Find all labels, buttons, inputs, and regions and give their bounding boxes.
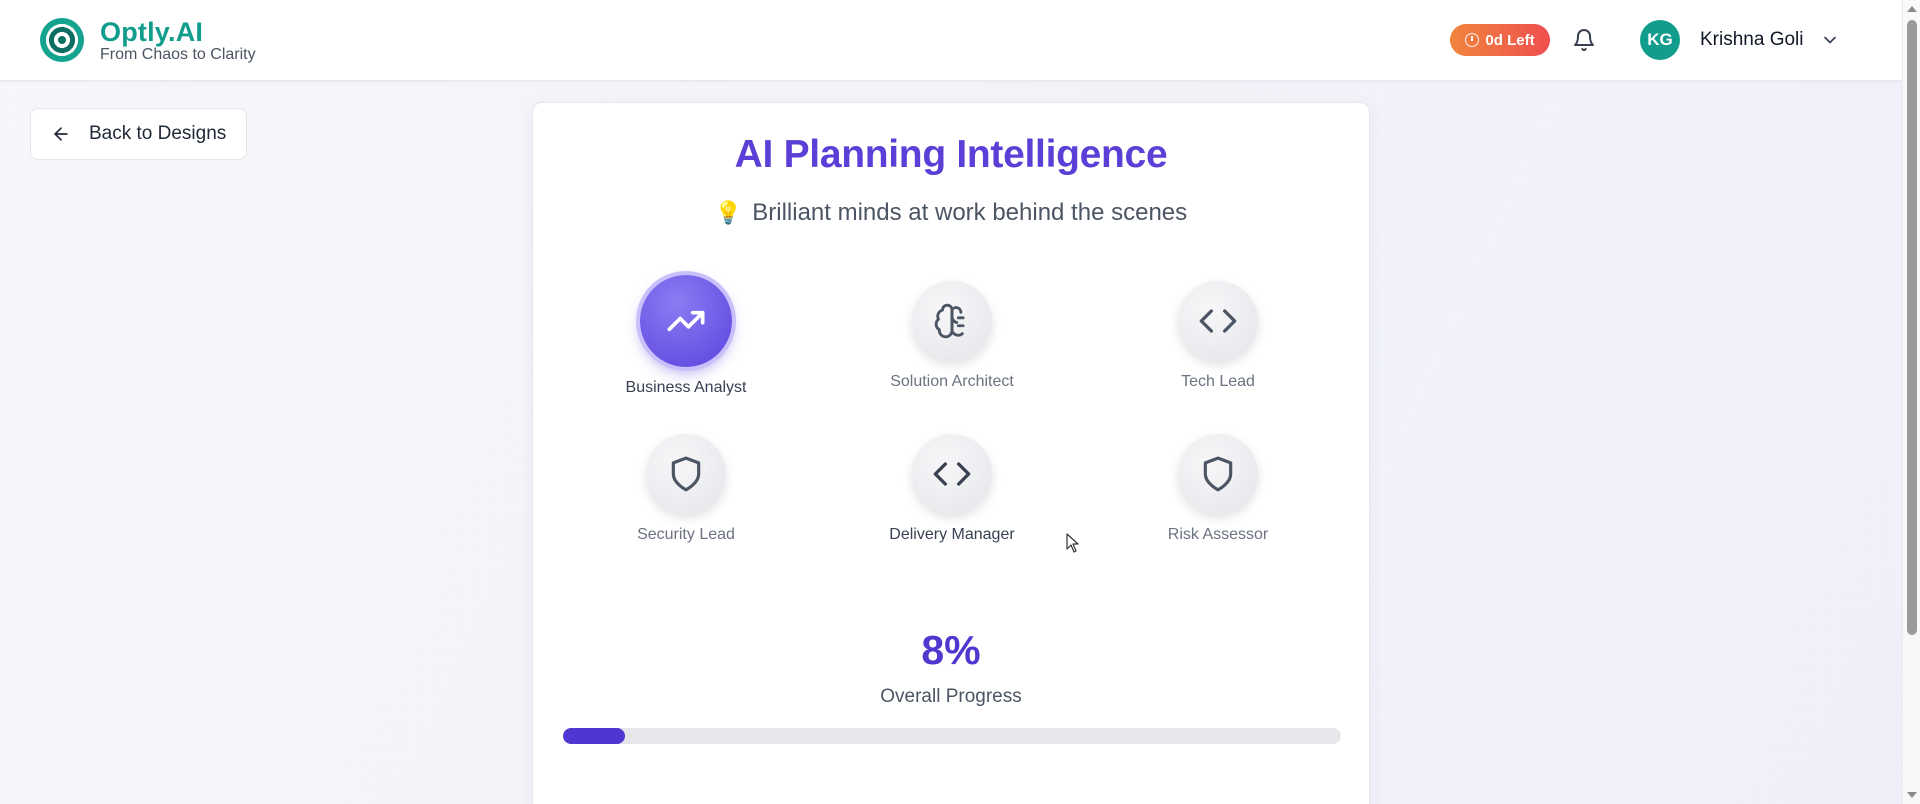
arrow-left-icon: [54, 127, 68, 141]
mouse-cursor-icon: [1066, 533, 1079, 553]
shield-icon: [1203, 456, 1233, 492]
back-button-label: Back to Designs: [89, 123, 227, 144]
progress-fill: [563, 728, 626, 744]
brand-name: Optly.AI: [100, 17, 204, 47]
page-subtitle: 💡 Brilliant minds at work behind the scen…: [714, 199, 1188, 226]
logo-icon: [40, 18, 84, 62]
top-header: Optly.AI From Chaos to Clarity 0d Left K…: [0, 0, 1902, 81]
agent-label: Delivery Manager: [889, 526, 1015, 543]
brand-tagline: From Chaos to Clarity: [100, 46, 256, 63]
scroll-down-arrow[interactable]: [1907, 792, 1917, 798]
agent-label: Solution Architect: [890, 373, 1014, 390]
code-icon: [933, 462, 971, 486]
user-name[interactable]: Krishna Goli: [1700, 29, 1804, 51]
back-to-designs-button[interactable]: Back to Designs: [30, 108, 247, 160]
progress-label: Overall Progress: [880, 686, 1022, 707]
planning-card: AI Planning Intelligence 💡 Brilliant mind…: [532, 102, 1370, 804]
agent-label: Security Lead: [637, 526, 735, 543]
agent-label: Business Analyst: [625, 379, 747, 396]
days-left-text: 0d Left: [1485, 31, 1535, 49]
agent-delivery-manager[interactable]: Delivery Manager: [872, 434, 1032, 544]
lightbulb-icon: 💡: [714, 200, 743, 225]
progress-bar: [563, 728, 1341, 744]
bell-icon[interactable]: [1572, 28, 1596, 52]
agent-tech-lead[interactable]: Tech Lead: [1138, 281, 1298, 391]
avatar[interactable]: KG: [1640, 20, 1680, 60]
page-scrollbar[interactable]: [1902, 0, 1920, 804]
scroll-thumb[interactable]: [1907, 20, 1917, 635]
progress-percent: 8%: [921, 627, 981, 673]
chevron-down-icon[interactable]: [1820, 30, 1840, 50]
agent-solution-architect[interactable]: Solution Architect: [872, 281, 1032, 391]
clock-icon: [1465, 33, 1480, 47]
agent-risk-assessor[interactable]: Risk Assessor: [1138, 434, 1298, 544]
scroll-up-arrow[interactable]: [1907, 6, 1917, 12]
days-left-badge[interactable]: 0d Left: [1450, 24, 1550, 56]
trending-up-icon: [667, 310, 705, 332]
shield-icon: [671, 456, 701, 492]
page-title: AI Planning Intelligence: [734, 133, 1168, 176]
agent-label: Tech Lead: [1181, 373, 1255, 390]
agent-label: Risk Assessor: [1167, 526, 1269, 543]
brain-icon: [934, 303, 965, 339]
agent-security-lead[interactable]: Security Lead: [606, 434, 766, 544]
agent-business-analyst[interactable]: Business Analyst: [606, 275, 766, 397]
code-icon: [1199, 309, 1237, 333]
